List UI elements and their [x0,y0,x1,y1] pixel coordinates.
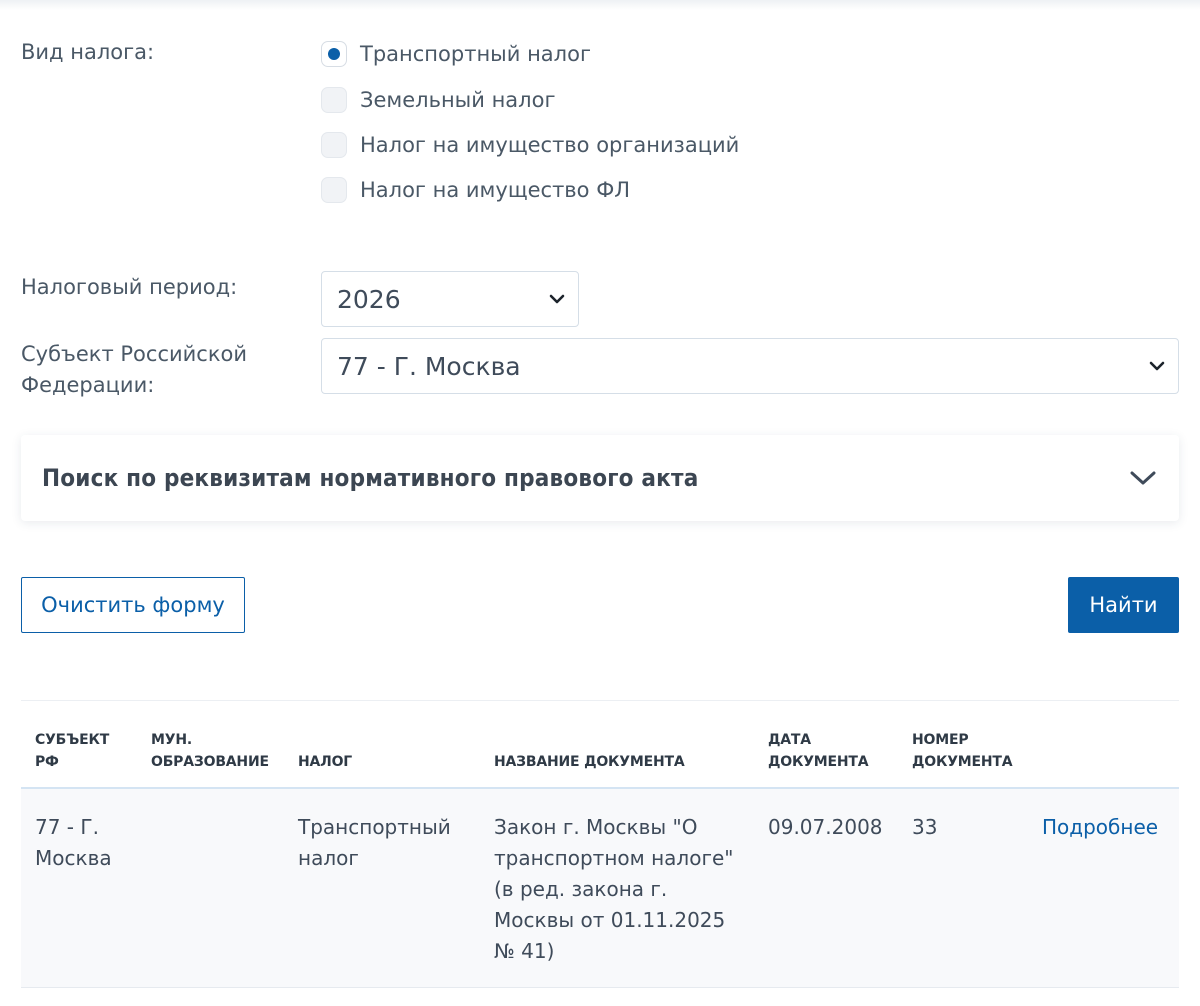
radio-label: Налог на имущество организаций [360,133,740,157]
cell-document-name: Закон г. Москвы "О транспортном налоге" … [480,788,754,988]
chevron-down-icon [1130,471,1156,485]
details-link[interactable]: Подробнее [1028,788,1179,988]
column-header-subject: Субъект РФ [21,700,137,789]
tax-period-select[interactable]: 2026 [321,271,579,327]
radio-label: Налог на имущество ФЛ [360,178,631,202]
radio-label: Земельный налог [360,88,556,112]
radio-label: Транспортный налог [360,42,591,66]
radio-dot-icon [328,48,340,60]
subject-label: Субъект Российской Федерации: [21,342,248,397]
radio-button[interactable] [321,87,347,113]
clear-form-button[interactable]: Очистить форму [21,577,245,633]
table-row: 77 - Г. Москва Транспортный налог Закон … [21,788,1179,988]
column-header-document-date: Дата документа [754,700,898,789]
column-header-actions [1028,700,1179,789]
top-bar-shadow [0,0,1200,10]
radio-button[interactable] [321,132,347,158]
search-by-act-details-accordion[interactable]: Поиск по реквизитам нормативного правово… [21,435,1179,521]
tax-type-label: Вид налога: [21,40,155,64]
radio-button-checked[interactable] [321,41,347,67]
column-header-document-name: Название документа [480,700,754,789]
column-header-document-number: Номер документа [898,700,1028,789]
cell-document-date: 09.07.2008 [754,788,898,988]
chevron-down-icon [549,294,565,304]
cell-subject: 77 - Г. Москва [21,788,137,988]
cell-tax: Транспортный налог [284,788,480,988]
subject-select[interactable]: 77 - Г. Москва [321,338,1179,394]
accordion-title: Поиск по реквизитам нормативного правово… [42,464,699,492]
chevron-down-icon [1149,361,1165,371]
tax-period-value: 2026 [337,284,401,314]
table-header-row: Субъект РФ Мун. образование Налог Назван… [21,700,1179,789]
column-header-municipality: Мун. образование [137,700,284,789]
results-table: Субъект РФ Мун. образование Налог Назван… [21,700,1179,988]
radio-org-property-tax[interactable]: Налог на имущество организаций [321,130,739,160]
column-header-tax: Налог [284,700,480,789]
subject-value: 77 - Г. Москва [337,351,521,381]
radio-transport-tax[interactable]: Транспортный налог [321,39,591,69]
radio-personal-property-tax[interactable]: Налог на имущество ФЛ [321,175,630,205]
tax-period-label: Налоговый период: [21,275,238,299]
cell-municipality [137,788,284,988]
radio-button[interactable] [321,177,347,203]
cell-document-number: 33 [898,788,1028,988]
search-button[interactable]: Найти [1068,577,1179,633]
radio-land-tax[interactable]: Земельный налог [321,85,555,115]
